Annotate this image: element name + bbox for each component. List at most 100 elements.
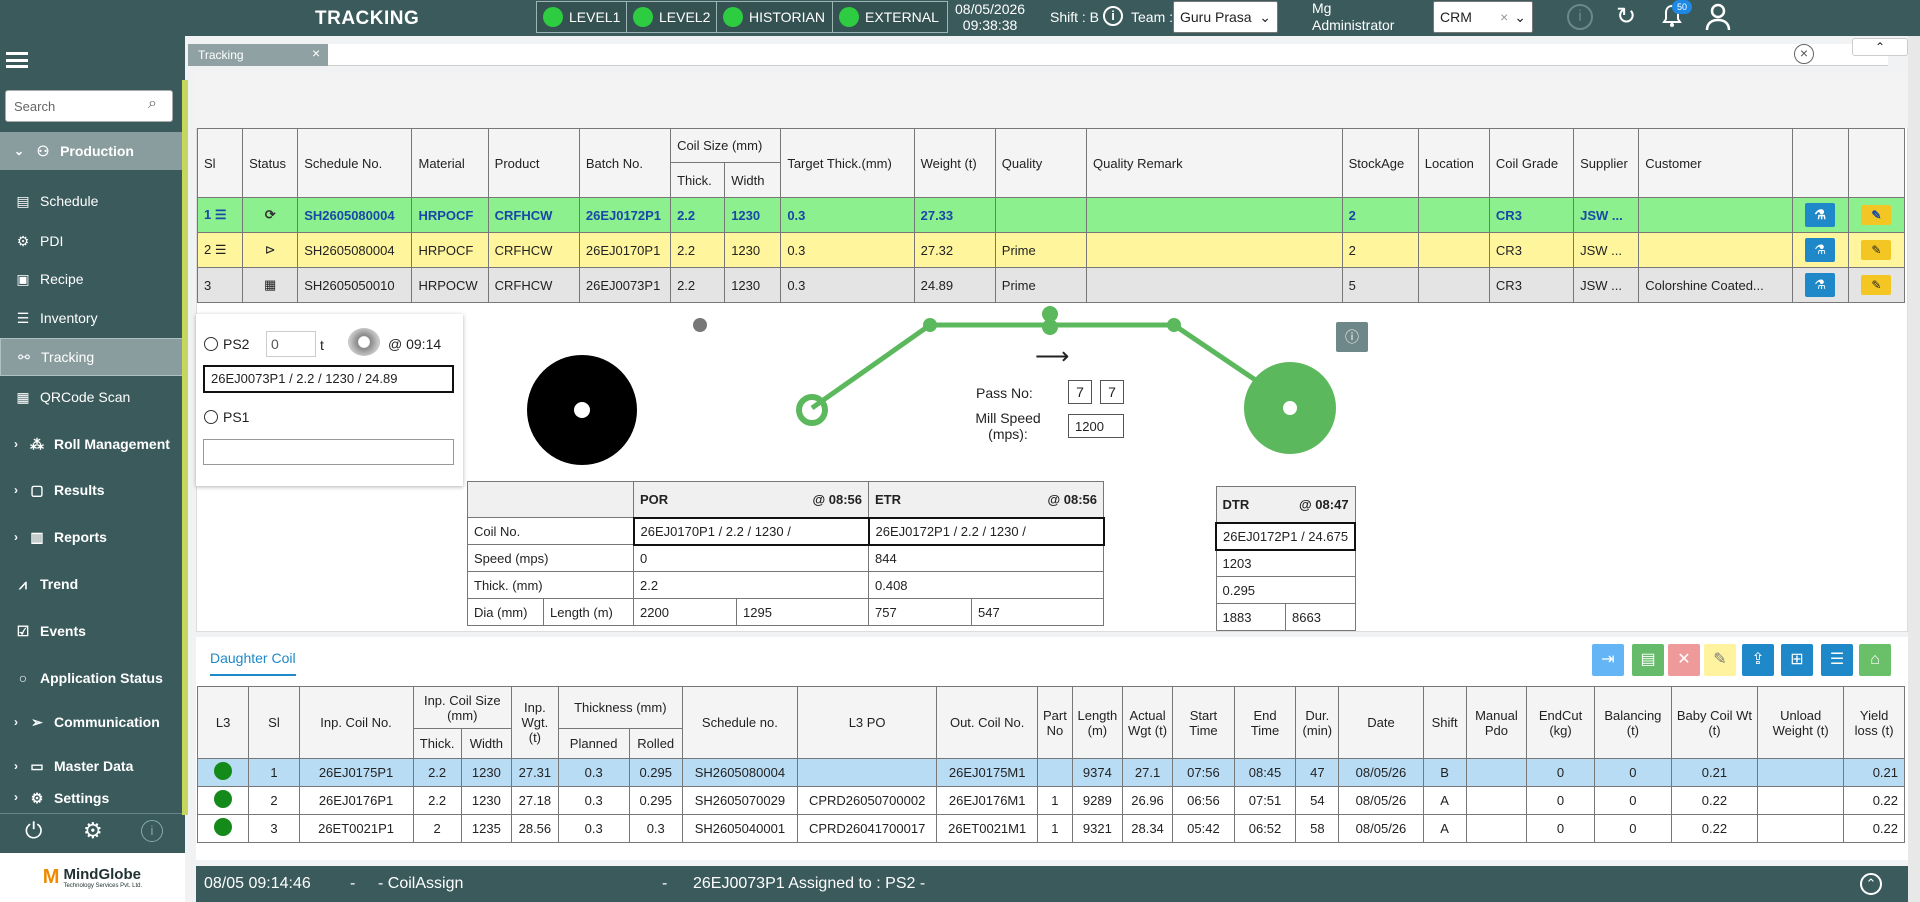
external-indicator[interactable]: EXTERNAL [832, 1, 948, 33]
table-row[interactable]: 2 26EJ0176P1 2.2 1230 27.18 0.3 0.295 SH2605070… [196, 786, 1905, 815]
edit-button[interactable]: ✎ [1861, 205, 1892, 225]
cell: ⟳ [242, 197, 299, 233]
tab-bar [188, 44, 1888, 66]
cell: JSW ... [1573, 267, 1640, 303]
cell: 26EJ0073P1 [578, 267, 672, 303]
menu-icon[interactable]: ☰ [215, 242, 227, 257]
menu-icon[interactable] [6, 52, 28, 68]
tab-tracking[interactable]: Tracking [188, 44, 328, 66]
edit-button[interactable]: ✎ [1861, 275, 1892, 295]
ps2-weight-input[interactable]: 0 [266, 331, 316, 357]
toolbar-strip [196, 72, 1908, 128]
etr-thick: 0.408 [868, 571, 1104, 599]
delete-button[interactable]: ✕ [1668, 644, 1700, 676]
ps1-radio[interactable] [204, 410, 218, 424]
sidebar-item-settings[interactable]: › ⚙ Settings [0, 790, 183, 812]
lab-test-button[interactable]: ⚗ [1805, 273, 1836, 297]
share-button[interactable]: ⇪ [1742, 644, 1774, 676]
table-row[interactable]: 2 ☰ ⊳ SH2605080004 HRPOCF CRFHCW 26EJ0170P1… [196, 232, 1906, 268]
menu-icon[interactable]: ☰ [215, 207, 227, 222]
table-row[interactable]: 1 ☰ ⟳ SH2605080004 HRPOCF CRFHCW 26EJ0172P1… [196, 197, 1906, 233]
search-icon[interactable]: ⌕ [148, 95, 157, 113]
page-scrollbar[interactable] [1908, 36, 1920, 902]
dtr-dia: 1883 [1215, 603, 1287, 631]
table-row[interactable]: 3 ▦ SH2605050010 HRPOCW CRFHCW 26EJ0073P1 2.… [196, 267, 1906, 303]
sidebar-item-label: Settings [54, 790, 110, 806]
user-icon[interactable] [1704, 2, 1732, 32]
cell: HRPOCW [411, 267, 489, 303]
cell: 08/05/26 [1338, 814, 1424, 843]
sidebar-item-communication[interactable]: › ➢ Communication [0, 703, 183, 741]
grid-button[interactable]: ⊞ [1781, 644, 1813, 676]
info-icon[interactable]: i [1103, 6, 1123, 26]
col-header: Manual Pdo [1465, 686, 1528, 759]
cell [1417, 232, 1490, 268]
close-icon[interactable]: × [312, 45, 320, 61]
close-all-icon[interactable]: × [1794, 44, 1814, 64]
sidebar-item-production[interactable]: ⌄ ⚇ Production [0, 132, 183, 170]
sidebar-item-trend[interactable]: ⩘ Trend [0, 565, 183, 603]
collapse-button[interactable]: ⌃ [1852, 38, 1908, 56]
lab-test-button[interactable]: ⚗ [1805, 203, 1836, 227]
edit-button[interactable]: ✎ [1861, 240, 1892, 260]
sidebar-item-roll-management[interactable]: › ⁂ Roll Management [0, 425, 183, 463]
crm-select[interactable]: CRM × ⌄ [1433, 1, 1533, 33]
ps2-coil-field[interactable]: 26EJ0073P1 / 2.2 / 1230 / 24.89 [203, 365, 454, 393]
sidebar-item-recipe[interactable]: ▣ Recipe [0, 260, 183, 298]
status-separator: - [662, 875, 668, 892]
cell: 27.32 [913, 232, 996, 268]
list-button[interactable]: ☰ [1821, 644, 1853, 676]
clear-icon[interactable]: × [1500, 9, 1508, 25]
entry-roll [796, 394, 828, 426]
help-icon[interactable]: i [1567, 4, 1593, 30]
refresh-icon[interactable]: ↻ [1616, 2, 1636, 31]
results-icon: ▢ [30, 481, 44, 498]
level1-indicator[interactable]: LEVEL1 [536, 1, 630, 33]
level2-indicator[interactable]: LEVEL2 [626, 1, 720, 33]
sidebar-item-results[interactable]: › ▢ Results [0, 471, 183, 509]
sidebar-item-master-data[interactable]: › ▭ Master Data [0, 747, 183, 785]
cell: SH2605040001 [681, 814, 798, 843]
cell: 9374 [1071, 758, 1123, 787]
cell [1757, 758, 1845, 787]
sidebar-item-inventory[interactable]: ☰ Inventory [0, 299, 183, 337]
power-icon[interactable]: ⏻ [25, 818, 42, 844]
tag-button[interactable]: ⌂ [1859, 644, 1891, 676]
cell: 26EJ0175M1 [936, 758, 1038, 787]
sidebar-item-qrcode[interactable]: ▦ QRCode Scan [0, 378, 183, 416]
gear-icon[interactable]: ⚙ [83, 818, 103, 844]
tab-daughter-coil[interactable]: Daughter Coil [210, 650, 296, 676]
sidebar-item-reports[interactable]: › ▥ Reports [0, 518, 183, 556]
col-header: Planned [557, 728, 630, 759]
cell: 26EJ0172P1 [578, 197, 672, 233]
col-header: Shift [1422, 686, 1467, 759]
excel-button[interactable]: ▤ [1632, 644, 1664, 676]
table-row[interactable]: 3 26ET0021P1 2 1235 28.56 0.3 0.3 SH2605040001 C… [196, 814, 1905, 843]
dtr-coil: 26EJ0172P1 / 24.675 [1214, 521, 1357, 551]
expand-up-icon[interactable]: ⌃ [1860, 873, 1882, 895]
chevron-down-icon: ⌄ [1259, 8, 1271, 25]
table-row[interactable]: 1 26EJ0175P1 2.2 1230 27.31 0.3 0.295 SH2605080… [196, 758, 1905, 787]
cell: CRFHCW [487, 267, 580, 303]
sidebar-scrollbar[interactable] [182, 80, 188, 815]
lab-test-button[interactable]: ⚗ [1805, 238, 1836, 262]
time-text: 09:38:38 [962, 17, 1018, 33]
sidebar-item-application-status[interactable]: ○ Application Status [0, 659, 183, 697]
ps2-radio[interactable] [204, 337, 218, 351]
sidebar-item-pdi[interactable]: ⚙ PDI [0, 222, 183, 260]
info-icon[interactable]: i [141, 820, 163, 842]
cell: JSW ... [1573, 232, 1640, 268]
col-header: Inp. Coil No. [298, 686, 414, 759]
export-button[interactable]: ⇥ [1592, 644, 1624, 676]
edit-button[interactable]: ✎ [1704, 644, 1736, 676]
ps1-coil-field[interactable] [203, 439, 454, 465]
info-button[interactable]: ⓘ [1336, 322, 1368, 352]
chevron-right-icon: › [14, 790, 18, 804]
por-time: @ 08:56 [812, 491, 862, 507]
historian-indicator[interactable]: HISTORIAN [716, 1, 834, 33]
sidebar-item-schedule[interactable]: ▤ Schedule [0, 182, 183, 220]
row-label: Coil No. [467, 517, 634, 545]
team-select[interactable]: Guru Prasa ⌄ [1173, 1, 1278, 33]
sidebar-item-tracking[interactable]: ⚯ Tracking [0, 338, 183, 376]
sidebar-item-events[interactable]: ☑ Events [0, 612, 183, 650]
